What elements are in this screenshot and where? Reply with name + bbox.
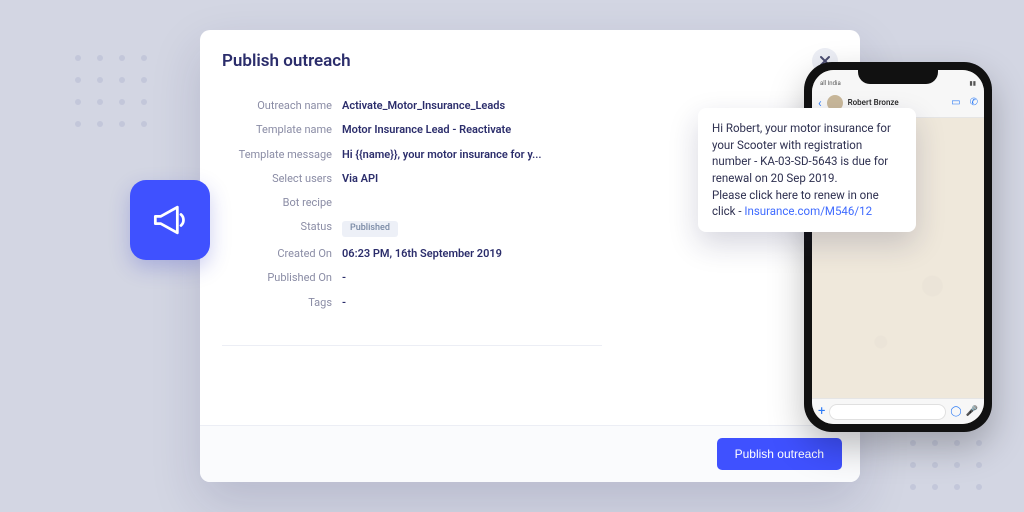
field-label: Template name xyxy=(222,123,342,137)
outreach-app-icon xyxy=(130,180,210,260)
field-value: Motor Insurance Lead - Reactivate xyxy=(342,123,511,137)
status-badge: Published xyxy=(342,221,398,237)
field-label: Outreach name xyxy=(222,99,342,113)
megaphone-icon xyxy=(148,198,192,242)
field-bot-recipe: Bot recipe xyxy=(222,191,602,215)
carrier-label: all India xyxy=(820,80,841,87)
section-divider xyxy=(222,345,602,346)
video-call-icon[interactable]: ▭ xyxy=(951,97,960,108)
field-label: Select users xyxy=(222,172,342,186)
field-value: - xyxy=(342,296,346,310)
field-status: Status Published xyxy=(222,215,602,242)
status-icons: ▮▮ xyxy=(969,80,976,87)
contact-name: Robert Bronze xyxy=(848,98,943,107)
field-value: Activate_Motor_Insurance_Leads xyxy=(342,99,505,113)
publish-outreach-button[interactable]: Publish outreach xyxy=(717,438,842,470)
field-created-on: Created On 06:23 PM, 16th September 2019 xyxy=(222,242,602,266)
message-input[interactable] xyxy=(829,404,946,420)
field-tags: Tags - xyxy=(222,291,602,315)
modal-footer: Publish outreach xyxy=(200,425,860,482)
mic-icon[interactable]: 🎤 xyxy=(966,406,978,417)
modal-header: Publish outreach xyxy=(200,30,860,84)
field-label: Bot recipe xyxy=(222,196,342,210)
decorative-dots xyxy=(75,55,149,129)
field-label: Tags xyxy=(222,296,342,310)
field-label: Created On xyxy=(222,247,342,261)
voice-call-icon[interactable]: ✆ xyxy=(970,97,978,108)
chat-input-bar: + ◯ 🎤 xyxy=(812,398,984,424)
attach-icon[interactable]: + xyxy=(818,404,825,419)
field-value: Published xyxy=(342,220,398,237)
phone-notch xyxy=(858,70,938,84)
field-template-message: Template message Hi {{name}}, your motor… xyxy=(222,143,602,167)
message-preview-bubble: Hi Robert, your motor insurance for your… xyxy=(698,108,916,232)
detail-list: Outreach name Activate_Motor_Insurance_L… xyxy=(222,94,602,346)
field-label: Status xyxy=(222,220,342,237)
field-value: Via API xyxy=(342,172,378,186)
field-value: - xyxy=(342,271,346,285)
field-template-name: Template name Motor Insurance Lead - Rea… xyxy=(222,118,602,142)
camera-icon[interactable]: ◯ xyxy=(950,406,961,417)
field-published-on: Published On - xyxy=(222,266,602,290)
field-value: Hi {{name}}, your motor insurance for y.… xyxy=(342,148,541,162)
field-value: 06:23 PM, 16th September 2019 xyxy=(342,247,502,261)
publish-outreach-modal: Publish outreach Outreach name Activate_… xyxy=(200,30,860,482)
field-label: Template message xyxy=(222,148,342,162)
field-label: Published On xyxy=(222,271,342,285)
modal-title: Publish outreach xyxy=(222,51,351,71)
field-select-users: Select users Via API xyxy=(222,167,602,191)
field-outreach-name: Outreach name Activate_Motor_Insurance_L… xyxy=(222,94,602,118)
message-link[interactable]: Insurance.com/M546/12 xyxy=(744,204,872,218)
